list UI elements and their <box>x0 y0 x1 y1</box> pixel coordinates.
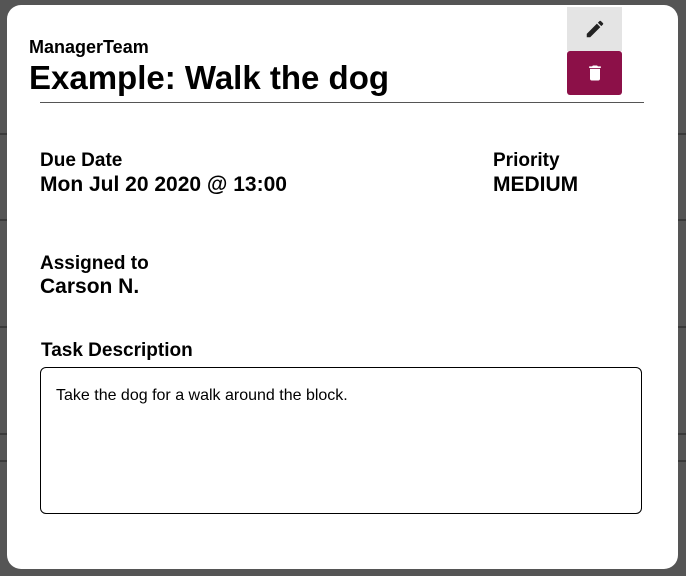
due-date-label: Due Date <box>40 150 123 171</box>
task-title: Example: Walk the dog <box>29 59 390 96</box>
task-description-text: Take the dog for a walk around the block… <box>56 387 348 404</box>
assigned-to-value: Carson N. <box>40 275 140 298</box>
due-date-value: Mon Jul 20 2020 @ 13:00 <box>40 173 287 196</box>
task-description-label: Task Description <box>41 340 193 361</box>
edit-button[interactable] <box>567 7 622 51</box>
delete-button[interactable] <box>567 51 622 95</box>
priority-value: MEDIUM <box>493 173 579 196</box>
priority-label: Priority <box>493 150 560 171</box>
task-description-box[interactable]: Take the dog for a walk around the block… <box>40 367 642 514</box>
header-divider <box>40 102 644 103</box>
task-detail-modal: ManagerTeam Example: Walk the dog Due Da… <box>7 5 678 569</box>
trash-icon <box>585 62 605 84</box>
assigned-to-label: Assigned to <box>40 253 149 274</box>
team-name: ManagerTeam <box>29 37 149 57</box>
pencil-icon <box>584 18 606 40</box>
